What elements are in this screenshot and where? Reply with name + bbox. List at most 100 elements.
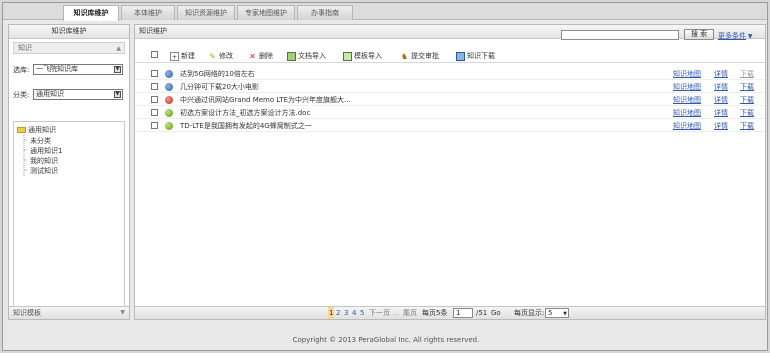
knowledge-map-link[interactable]: 知识地图 xyxy=(673,95,701,105)
tree-node[interactable]: 我的知识 xyxy=(30,156,58,166)
table-row[interactable]: 初选方案设计方法_初选方案设计方法.doc 知识地图 详情 下载 xyxy=(135,107,765,119)
page-link[interactable]: 2 xyxy=(336,307,340,319)
category-select[interactable]: 通用知识 ▼ xyxy=(33,89,123,100)
submit-approval-button[interactable]: ♞ 提交审批 xyxy=(400,51,439,62)
page-number-input[interactable]: 1 xyxy=(453,308,473,318)
new-button[interactable]: + 新建 xyxy=(170,51,195,62)
category-tree: 通用知识 未分类 通用知识1 我的知识 测试知识 xyxy=(13,121,125,319)
row-checkbox[interactable] xyxy=(151,83,158,90)
page-link[interactable]: 4 xyxy=(352,307,356,319)
row-checkbox[interactable] xyxy=(151,96,158,103)
download-link[interactable]: 下载 xyxy=(740,108,754,118)
copyright-footer: Copyright © 2013 PeraGlobal Inc. All rig… xyxy=(292,336,480,344)
tree-node[interactable]: 通用知识1 xyxy=(30,146,62,156)
top-navigation: 知识库维护 本体维护 知识资源维护 专家地图维护 办事指南 xyxy=(3,3,767,21)
library-select[interactable]: 一飞院知识库 ▼ xyxy=(33,64,123,75)
page-link[interactable]: 3 xyxy=(344,307,348,319)
row-checkbox[interactable] xyxy=(151,122,158,129)
page-current: 1 xyxy=(328,307,335,319)
tab-service-guide[interactable]: 办事指南 xyxy=(297,5,353,20)
details-link[interactable]: 详情 xyxy=(714,69,728,79)
app-window: 知识库维护 本体维护 知识资源维护 专家地图维护 办事指南 知识库维护 知识 ▲… xyxy=(2,2,768,351)
page-ellipsis: ... xyxy=(393,309,400,317)
page-link[interactable]: 5 xyxy=(360,307,364,319)
status-icon xyxy=(165,83,173,91)
row-checkbox[interactable] xyxy=(151,70,158,77)
download-link[interactable]: 下载 xyxy=(740,82,754,92)
sidebar-section-label: 知识 xyxy=(18,44,32,52)
category-select-value: 通用知识 xyxy=(36,90,64,98)
sidebar-section-header[interactable]: 知识 ▲ xyxy=(13,42,125,54)
row-title[interactable]: 初选方案设计方法_初选方案设计方法.doc xyxy=(180,108,310,118)
sidebar-title: 知识库维护 xyxy=(9,25,129,39)
row-title[interactable]: 中兴通过讯网站Grand Memo LTE为中兴年度旗舰大... xyxy=(180,95,351,105)
next-page-link[interactable]: 下一页 xyxy=(369,307,390,319)
tree-node[interactable]: 未分类 xyxy=(30,136,51,146)
knowledge-template-header[interactable]: 知识模板 ▼ xyxy=(9,306,129,319)
new-document-icon: + xyxy=(170,51,179,61)
select-all-checkbox[interactable] xyxy=(151,51,158,58)
go-button[interactable]: Go xyxy=(491,307,501,319)
delete-icon: ✕ xyxy=(249,51,256,61)
tab-ontology[interactable]: 本体维护 xyxy=(121,5,175,20)
edit-button[interactable]: ✎ 修改 xyxy=(208,51,233,62)
per-page-label: 每页5条 xyxy=(422,309,448,317)
tree-node[interactable]: 测试知识 xyxy=(30,166,58,176)
row-checkbox[interactable] xyxy=(151,109,158,116)
tab-knowledge-resources[interactable]: 知识资源维护 xyxy=(177,5,235,20)
knowledge-template-label: 知识模板 xyxy=(13,309,41,317)
status-icon xyxy=(165,122,173,130)
table-row[interactable]: 几分钟可下载20大小电影 知识地图 详情 下载 xyxy=(135,81,765,93)
template-import-button[interactable]: 模板导入 xyxy=(343,51,382,62)
knowledge-map-link[interactable]: 知识地图 xyxy=(673,121,701,131)
status-icon xyxy=(165,96,173,104)
sidebar: 知识库维护 知识 ▲ 选库: 一飞院知识库 ▼ 分类: 通用知识 ▼ 通用知识 … xyxy=(8,24,130,320)
search-input[interactable] xyxy=(561,30,679,40)
table-row[interactable]: TD-LTE是我国拥有发起的4G蜂窝制式之一 知识地图 详情 下载 xyxy=(135,120,765,132)
tree-node-root[interactable]: 通用知识 xyxy=(17,125,56,135)
details-link[interactable]: 详情 xyxy=(714,95,728,105)
delete-button[interactable]: ✕ 删除 xyxy=(248,51,273,62)
knowledge-map-link[interactable]: 知识地图 xyxy=(673,108,701,118)
last-page-link[interactable]: 尾页 xyxy=(403,307,417,319)
toolbar: + 新建 ✎ 修改 ✕ 删除 文档导入 模板导入 ♞ 提交审批 知识下载 xyxy=(135,49,765,63)
search-button[interactable]: 搜 索 xyxy=(684,29,714,40)
row-title[interactable]: 达到5G网络的10倍左右 xyxy=(180,69,255,79)
template-import-icon xyxy=(343,51,352,61)
knowledge-map-link[interactable]: 知识地图 xyxy=(673,69,701,79)
status-icon xyxy=(165,109,173,117)
download-link[interactable]: 下载 xyxy=(740,121,754,131)
total-pages: /51 xyxy=(476,309,488,317)
document-import-icon xyxy=(287,51,296,61)
more-conditions-link[interactable]: 更多条件 ▼ xyxy=(718,31,753,41)
tab-knowledge-base[interactable]: 知识库维护 xyxy=(63,5,119,21)
pencil-icon: ✎ xyxy=(209,51,216,61)
download-link[interactable]: 下载 xyxy=(740,69,754,79)
library-label: 选库: xyxy=(13,66,30,74)
main-panel: 知识维护 搜 索 更多条件 ▼ + 新建 ✎ 修改 ✕ 删除 文档导入 模板导入 ♞ 提… xyxy=(134,24,766,320)
download-icon xyxy=(456,51,465,61)
knowledge-map-link[interactable]: 知识地图 xyxy=(673,82,701,92)
category-label: 分类: xyxy=(13,91,30,99)
status-icon xyxy=(165,70,173,78)
per-page-select[interactable]: 5 ▼ xyxy=(545,308,569,318)
pagination-bar: 1 2 3 4 5 下一页 ... 尾页 每页5条 1 /51 Go 每页显示:… xyxy=(135,306,765,319)
folder-icon xyxy=(17,127,26,133)
doc-import-button[interactable]: 文档导入 xyxy=(287,51,326,62)
row-title[interactable]: 几分钟可下载20大小电影 xyxy=(180,82,259,92)
table-row[interactable]: 达到5G网络的10倍左右 知识地图 详情 下载 xyxy=(135,68,765,80)
dropdown-arrow-icon: ▼ xyxy=(114,91,121,98)
download-link[interactable]: 下载 xyxy=(740,95,754,105)
table-row[interactable]: 中兴通过讯网站Grand Memo LTE为中兴年度旗舰大... 知识地图 详情… xyxy=(135,94,765,106)
row-title[interactable]: TD-LTE是我国拥有发起的4G蜂窝制式之一 xyxy=(180,121,312,131)
show-per-page-label: 每页显示: xyxy=(514,309,545,317)
knowledge-download-button[interactable]: 知识下载 xyxy=(456,51,495,62)
chevron-up-icon[interactable]: ▲ xyxy=(116,43,121,54)
details-link[interactable]: 详情 xyxy=(714,82,728,92)
tab-expert-map[interactable]: 专家地图维护 xyxy=(237,5,295,20)
dropdown-arrow-icon: ▼ xyxy=(746,33,753,40)
details-link[interactable]: 详情 xyxy=(714,121,728,131)
library-select-value: 一飞院知识库 xyxy=(36,65,78,73)
chevron-down-icon[interactable]: ▼ xyxy=(120,307,125,319)
details-link[interactable]: 详情 xyxy=(714,108,728,118)
